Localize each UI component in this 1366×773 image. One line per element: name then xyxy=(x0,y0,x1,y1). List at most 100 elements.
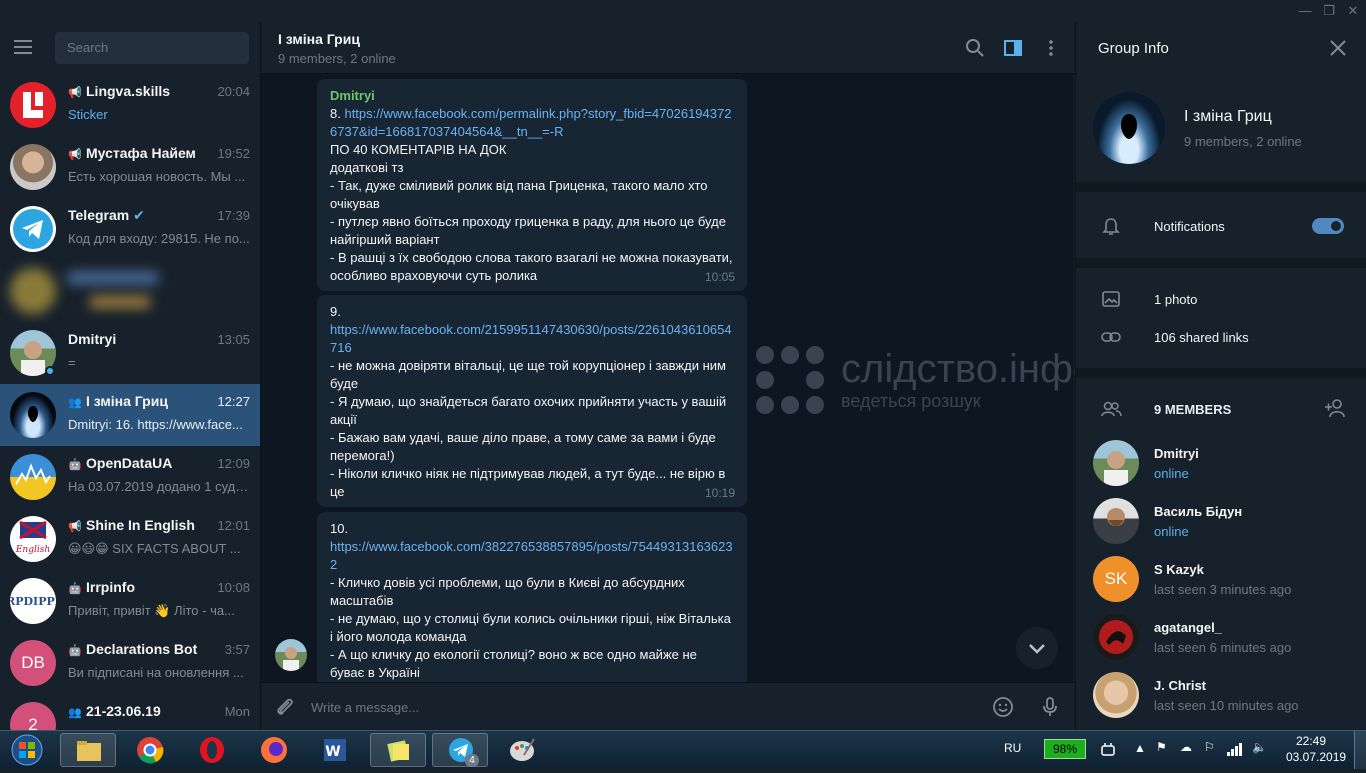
megaphone-icon: 📢 xyxy=(68,521,82,533)
input-language[interactable]: RU xyxy=(1004,741,1021,755)
sidebar-toggle-icon[interactable] xyxy=(1001,36,1025,60)
message-composer xyxy=(261,682,1075,730)
avatar xyxy=(10,268,56,314)
message-bubble[interactable]: 10. https://www.facebook.com/38227653885… xyxy=(317,512,747,682)
microphone-icon[interactable] xyxy=(1038,695,1062,719)
irrp-avatar: RPDIPPI xyxy=(10,578,56,624)
avatar: 2 xyxy=(10,702,56,730)
chat-time: Mon xyxy=(224,704,250,719)
telegram-icon xyxy=(449,738,473,762)
show-desktop-button[interactable] xyxy=(1354,731,1366,769)
chat-item-shine-in-english[interactable]: English 📢 Shine In English 12:01 😀😃😁 SIX … xyxy=(0,508,260,570)
more-options-icon[interactable] xyxy=(1039,36,1063,60)
clock-time[interactable]: 22:49 xyxy=(1296,734,1326,748)
bell-icon xyxy=(1100,215,1122,237)
start-button[interactable] xyxy=(4,732,50,768)
message-bubble[interactable]: Dmitryi 8. https://www.facebook.com/perm… xyxy=(317,79,747,291)
member-avatar xyxy=(1093,672,1139,718)
sender-avatar[interactable] xyxy=(275,639,307,671)
volume-icon[interactable]: 🔈 xyxy=(1252,740,1267,754)
message-number: 9. xyxy=(330,304,341,319)
battery-indicator[interactable]: 98% xyxy=(1044,739,1086,759)
chat-preview: Dmitryi: 16. https://www.face... xyxy=(68,417,243,432)
chat-item-mustafa[interactable]: 📢 Мустафа Найем 19:52 Есть хорошая новост… xyxy=(0,136,260,198)
member-item[interactable]: Dmitryi online xyxy=(1076,440,1366,498)
divider xyxy=(1076,368,1366,378)
member-item[interactable]: SK S Kazyk last seen 3 minutes ago xyxy=(1076,556,1366,614)
chat-item-declarations-bot[interactable]: DB 🤖 Declarations Bot 3:57 Ви підписані н… xyxy=(0,632,260,694)
scroll-down-button[interactable] xyxy=(1016,627,1058,669)
chat-item-dmitryi[interactable]: Dmitryi 13:05 = xyxy=(0,322,260,384)
taskbar-explorer[interactable] xyxy=(60,733,116,767)
show-hidden-icons[interactable]: ▲ xyxy=(1134,741,1146,755)
photos-row[interactable]: 1 photo xyxy=(1154,292,1197,307)
message-link[interactable]: https://www.facebook.com/permalink.php?s… xyxy=(330,106,731,139)
member-status: last seen 6 minutes ago xyxy=(1154,640,1292,655)
svg-text:English: English xyxy=(15,545,50,555)
security-alert-icon[interactable]: ⚐ xyxy=(1204,740,1215,754)
chat-time: 3:57 xyxy=(224,642,250,657)
member-name: Василь Бідун xyxy=(1154,504,1243,519)
shared-links-row[interactable]: 106 shared links xyxy=(1154,330,1249,345)
attach-icon[interactable] xyxy=(273,695,297,719)
message-list: слідство.інфо ведеться розшук Dmitryi 8.… xyxy=(261,75,1075,682)
power-plug-icon[interactable] xyxy=(1098,741,1118,759)
chat-item-izmina-gryts[interactable]: 👥 І зміна Гриц 12:27 Dmitryi: 16. https:/… xyxy=(0,384,260,446)
message-link[interactable]: https://www.facebook.com/215995114743063… xyxy=(330,321,734,357)
clock-date[interactable]: 03.07.2019 xyxy=(1286,750,1346,764)
message-link[interactable]: https://www.facebook.com/382276538857895… xyxy=(330,538,734,574)
members-icon xyxy=(1100,398,1122,420)
taskbar-sticky-notes[interactable] xyxy=(370,733,426,767)
member-avatar xyxy=(1093,498,1139,544)
svg-text:RPDIPPI: RPDIPPI xyxy=(10,595,56,608)
taskbar-chrome[interactable] xyxy=(122,733,178,767)
notifications-toggle[interactable] xyxy=(1312,218,1344,234)
action-center-flag-icon[interactable]: ⚑ xyxy=(1156,740,1167,754)
message-sender[interactable]: Dmitryi xyxy=(330,87,734,105)
chrome-icon xyxy=(137,737,164,764)
chat-item-21-23-06-19[interactable]: 2 👥 21-23.06.19 Mon xyxy=(0,694,260,730)
chat-item-blurred[interactable] xyxy=(0,260,260,322)
chat-header: І зміна Гриц 9 members, 2 online xyxy=(261,22,1075,74)
add-member-icon[interactable] xyxy=(1323,396,1347,420)
chat-preview: Есть хорошая новость. Мы ... xyxy=(68,169,246,184)
bot-icon: 🤖 xyxy=(68,645,82,657)
group-icon: 👥 xyxy=(68,707,82,719)
divider xyxy=(1076,258,1366,268)
search-input[interactable] xyxy=(55,32,249,64)
chat-item-telegram[interactable]: Telegram ✔ 17:39 Код для входу: 29815. Н… xyxy=(0,198,260,260)
online-indicator xyxy=(45,366,55,376)
taskbar-firefox[interactable] xyxy=(246,733,302,767)
chat-time: 19:52 xyxy=(217,146,250,161)
notifications-label: Notifications xyxy=(1154,219,1225,234)
chat-time: 20:04 xyxy=(217,84,250,99)
hamburger-menu-icon[interactable] xyxy=(14,40,40,58)
member-item[interactable]: agatangel_ last seen 6 minutes ago xyxy=(1076,614,1366,672)
taskbar-opera[interactable] xyxy=(184,733,240,767)
search-icon[interactable] xyxy=(963,36,987,60)
member-avatar xyxy=(1093,614,1139,660)
emoji-icon[interactable] xyxy=(991,695,1015,719)
member-item[interactable]: Василь Бідун online xyxy=(1076,498,1366,556)
chat-item-opendataua[interactable]: 🤖 OpenDataUA 12:09 На 03.07.2019 додано 1… xyxy=(0,446,260,508)
close-window-button[interactable]: ✕ xyxy=(1338,0,1366,22)
group-info-panel: Group Info І зміна Гриц 9 members, 2 onl… xyxy=(1075,22,1366,730)
paint-icon xyxy=(510,738,535,761)
taskbar-telegram[interactable]: 4 xyxy=(432,733,488,767)
close-icon[interactable] xyxy=(1328,38,1348,58)
signal-icon[interactable] xyxy=(1226,741,1244,757)
members-count-label: 9 MEMBERS xyxy=(1154,402,1232,417)
group-avatar[interactable] xyxy=(1093,92,1165,164)
chat-time: 10:08 xyxy=(217,580,250,595)
taskbar-paint[interactable] xyxy=(494,733,550,767)
chat-preview: На 03.07.2019 додано 1 судо... xyxy=(68,479,250,494)
taskbar-word[interactable]: W xyxy=(306,733,362,767)
member-item[interactable]: J. Christ last seen 10 minutes ago xyxy=(1076,672,1366,730)
network-cloud-icon[interactable]: ☁ xyxy=(1180,740,1192,754)
message-bubble[interactable]: 9. https://www.facebook.com/215995114743… xyxy=(317,295,747,507)
chat-title[interactable]: І зміна Гриц xyxy=(278,31,360,47)
message-input[interactable] xyxy=(311,695,911,719)
member-status: last seen 10 minutes ago xyxy=(1154,698,1299,713)
chat-item-irrpinfo[interactable]: RPDIPPI 🤖Irrpinfo 10:08 Привіт, привіт 👋… xyxy=(0,570,260,632)
chat-item-lingva-skills[interactable]: 📢 Lingva.skills 20:04 Sticker xyxy=(0,74,260,136)
